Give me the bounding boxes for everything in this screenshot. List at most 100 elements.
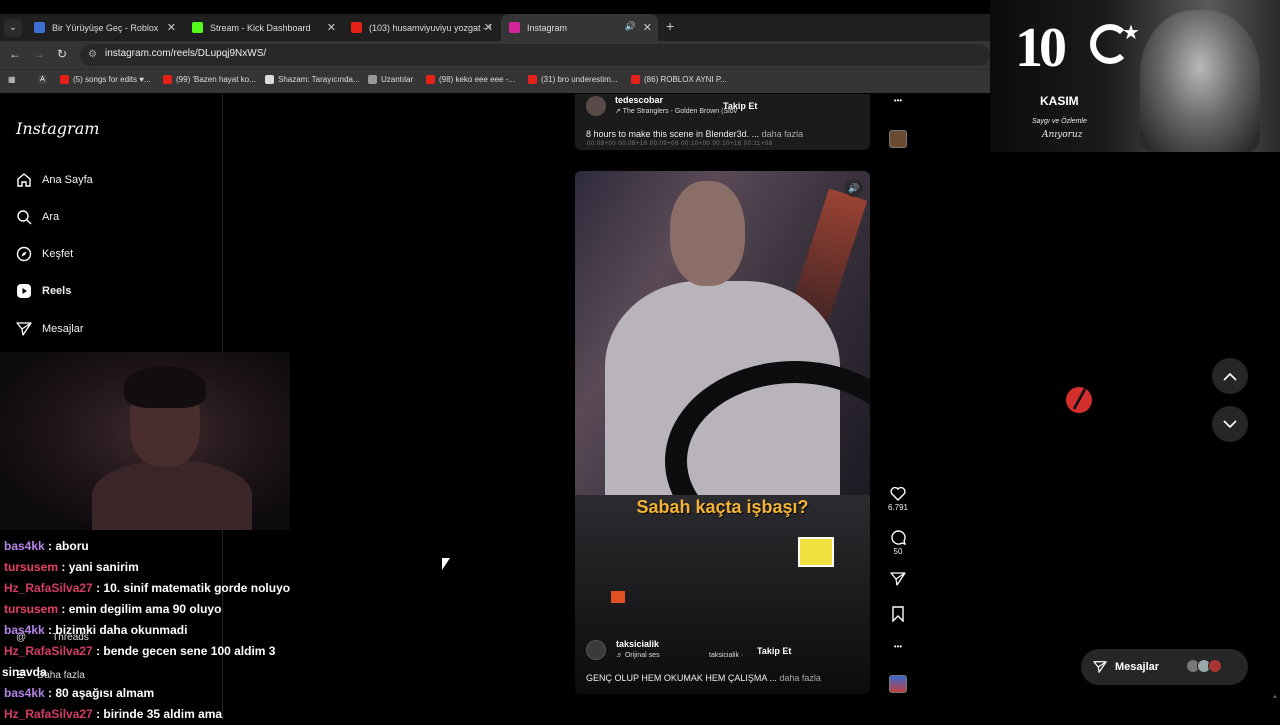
youtube-icon [60, 75, 69, 84]
streamer-body [92, 460, 252, 530]
bookmark-item[interactable]: (98) keko eee eee -... [426, 75, 515, 84]
reel-username[interactable]: taksicialik [616, 639, 659, 649]
reload-icon[interactable]: ↻ [57, 47, 67, 61]
more-link[interactable]: daha fazla [762, 129, 804, 139]
chat-message: tursusem : yani sanirim [4, 557, 304, 578]
close-icon[interactable]: ✕ [167, 21, 176, 34]
chat-text: : bende gecen sene 100 aldim 3 [96, 644, 276, 658]
close-icon[interactable]: ✕ [327, 21, 336, 34]
chat-message: Hz_RafaSilva27 : bende gecen sene 100 al… [4, 641, 304, 662]
tab-youtube[interactable]: (103) husamviyuviyu yozgat - Y ✕ [343, 14, 499, 41]
bookmark-label: Uzantılar [381, 75, 414, 84]
reel-video[interactable]: Sabah kaçta işbaşı? 🔊 taksicialik ♬ Orij… [575, 171, 870, 694]
comment-button[interactable]: 50 [880, 529, 916, 556]
sidebar-item-reels[interactable]: Reels [16, 283, 71, 299]
more-options-icon[interactable]: ••• [880, 642, 916, 651]
youtube-icon [528, 75, 537, 84]
address-bar[interactable]: ⚙ instagram.com/reels/DLupqj9NxWS/ [80, 44, 990, 66]
chat-text: sinavda [2, 665, 47, 679]
reel-caption: GENÇ OLUP HEM OKUMAK HEM ÇALIŞMA ... dah… [586, 673, 821, 683]
messages-float-button[interactable]: Mesajlar [1081, 649, 1248, 685]
bookmark-item[interactable]: (5) songs for edits ♥... [60, 75, 151, 84]
instagram-logo[interactable]: Instagram [16, 119, 99, 138]
speaker-icon[interactable]: 🔊 [625, 21, 636, 32]
reel-song[interactable]: ↗ The Stranglers - Golden Brown (Slov [615, 107, 737, 115]
sidebar-item-messages[interactable]: Mesajlar [16, 321, 84, 337]
search-icon [17, 210, 32, 225]
reels-icon [17, 284, 31, 298]
previous-reel-button[interactable] [1212, 358, 1248, 394]
avatar [1208, 659, 1222, 673]
tab-kick[interactable]: Stream - Kick Dashboard ✕ [184, 14, 342, 41]
site-info-icon[interactable]: ⚙ [88, 49, 97, 60]
chat-username: tursusem [4, 560, 59, 574]
bookmark-label: (31) bro underestim... [541, 75, 618, 84]
bookmark-item[interactable]: Uzantılar [368, 75, 413, 84]
tab-instagram[interactable]: Instagram 🔊 ✕ [501, 14, 658, 41]
sidebar-item-home[interactable]: Ana Sayfa [16, 172, 93, 188]
bookmark-a[interactable]: A [38, 75, 51, 84]
scrollbar-arrow[interactable]: ▲ [1272, 694, 1278, 700]
volume-icon[interactable]: 🔊 [845, 179, 863, 197]
follow-button[interactable]: Takip Et [723, 101, 757, 111]
bookmark-item[interactable]: (99) 'Bazen hayat ko... [163, 75, 256, 84]
more-link[interactable]: daha fazla [779, 673, 821, 683]
chat-username: bas4kk [4, 539, 45, 553]
toolbar: ← → ↻ ⚙ instagram.com/reels/DLupqj9NxWS/ [0, 41, 990, 69]
kick-icon [192, 22, 203, 33]
avatar[interactable] [586, 640, 606, 660]
close-icon[interactable]: ✕ [643, 21, 652, 34]
sidebar-item-explore[interactable]: Keşfet [16, 246, 73, 262]
forward-icon[interactable]: → [33, 47, 45, 61]
sidebar-item-search[interactable]: Ara [16, 209, 59, 225]
tab-search-button[interactable]: ⌄ [4, 19, 22, 37]
sidebar-item-label: Keşfet [42, 248, 74, 260]
chat-text: : aboru [48, 539, 89, 553]
bookmark-item[interactable]: (31) bro underestim... [528, 75, 617, 84]
portrait-image [1140, 10, 1260, 152]
new-tab-button[interactable]: + [666, 18, 674, 34]
apps-icon[interactable]: ▦ [8, 75, 16, 84]
chat-username: Hz_RafaSilva27 [4, 707, 93, 721]
share-button[interactable] [880, 571, 916, 587]
like-count: 6.791 [887, 503, 909, 512]
caption-text: 8 hours to make this scene in Blender3d.… [586, 129, 760, 139]
reel-caption: 8 hours to make this scene in Blender3d.… [586, 129, 803, 139]
stream-chat: bas4kk : aboru tursusem : yani sanirim H… [2, 536, 304, 725]
bookmark-item[interactable]: (86) ROBLOX AYNI P... [631, 75, 727, 84]
tab-roblox[interactable]: Bir Yürüyüşe Geç - Roblox ✕ [26, 14, 182, 41]
save-button[interactable] [880, 606, 916, 622]
webcam-overlay [0, 352, 290, 530]
youtube-icon [631, 75, 640, 84]
reel-audio[interactable]: ♬ Orijinal ses [616, 652, 660, 659]
like-button[interactable]: 6.791 [880, 486, 916, 512]
avatar[interactable] [586, 96, 606, 116]
tab-title: Instagram [527, 22, 568, 33]
reel-username[interactable]: tedescobar [615, 95, 663, 105]
follow-button[interactable]: Takip Et [757, 646, 791, 656]
audio-thumbnail[interactable] [889, 130, 907, 148]
messages-label: Mesajlar [1115, 661, 1160, 673]
reel-audio-user[interactable]: taksicialik · [709, 652, 743, 659]
message-avatars [1186, 659, 1222, 673]
video-upper-scene [575, 171, 870, 561]
bookmark-icon [892, 606, 904, 622]
audio-thumbnail[interactable] [889, 675, 907, 693]
bookmark-item[interactable]: Shazam: Tarayıcında... [265, 75, 360, 84]
streamer-logo-icon [1066, 387, 1092, 413]
close-icon[interactable]: ✕ [484, 21, 493, 34]
chat-text: : bizimki daha okunmadi [48, 623, 188, 637]
chevron-up-icon [1223, 372, 1237, 381]
more-options-icon[interactable]: ••• [880, 96, 916, 105]
video-timeline-text: 00:08+00 00:08+16 00:09+08 00:10+00 00:1… [587, 141, 773, 147]
youtube-icon [351, 22, 362, 33]
tab-title: (103) husamviyuviyu yozgat - Y [369, 22, 491, 33]
youtube-icon [426, 75, 435, 84]
caption-text: GENÇ OLUP HEM OKUMAK HEM ÇALIŞMA ... [586, 673, 777, 683]
mouse-cursor [442, 558, 450, 570]
banner-signature: Anıyoruz [1042, 130, 1083, 140]
next-reel-button[interactable] [1212, 406, 1248, 442]
tab-title: Stream - Kick Dashboard [210, 22, 311, 33]
send-icon [890, 572, 906, 586]
back-icon[interactable]: ← [9, 47, 21, 61]
